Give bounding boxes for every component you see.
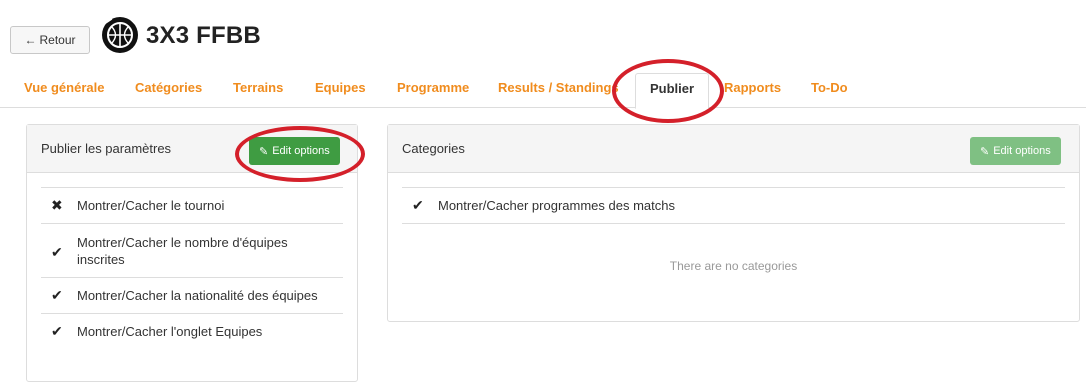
tab-terrains[interactable]: Terrains xyxy=(233,80,283,95)
list-item-label: Montrer/Cacher le tournoi xyxy=(77,198,225,213)
list-item-label: Montrer/Cacher le nombre d'équipes inscr… xyxy=(77,235,288,267)
check-icon: ✔ xyxy=(412,197,424,213)
tab-categories[interactable]: Catégories xyxy=(135,80,202,95)
highlight-ring-publier-tab xyxy=(612,59,724,123)
check-icon: ✔ xyxy=(51,244,63,260)
empty-state-row xyxy=(402,223,1065,291)
tab-equipes[interactable]: Equipes xyxy=(315,80,366,95)
cross-icon: ✖ xyxy=(51,197,63,213)
basketball-logo-icon xyxy=(102,17,138,53)
app-title: 3X3 FFBB xyxy=(146,22,261,49)
tab-results-standings[interactable]: Results / Standings xyxy=(498,80,619,95)
edit-icon: ✎ xyxy=(980,145,990,158)
categories-edit-options-button[interactable]: ✎ Edit options xyxy=(970,137,1061,165)
arrow-left-icon: ← xyxy=(24,33,37,47)
list-item: ✔ Montrer/Cacher l'onglet Equipes xyxy=(41,313,343,349)
back-button[interactable]: ← Retour xyxy=(10,26,90,54)
publish-settings-title: Publier les paramètres xyxy=(41,141,172,156)
categories-panel: Categories ✎ Edit options ✔ Montrer/Cach… xyxy=(387,124,1080,322)
check-icon: ✔ xyxy=(51,287,63,303)
list-item-label: Montrer/Cacher programmes des matchs xyxy=(438,198,675,213)
empty-categories-message: There are no categories xyxy=(669,259,798,273)
list-item-label: Montrer/Cacher l'onglet Equipes xyxy=(77,324,263,339)
categories-header: Categories ✎ Edit options xyxy=(388,125,1079,173)
list-item: ✔ Montrer/Cacher la nationalité des équi… xyxy=(41,277,343,313)
tab-programme[interactable]: Programme xyxy=(397,80,469,95)
list-item: ✖ Montrer/Cacher le tournoi xyxy=(41,187,343,223)
tab-bar: Vue générale Catégories Terrains Equipes… xyxy=(0,68,1086,109)
list-item: ✔ Montrer/Cacher le nombre d'équipes ins… xyxy=(41,223,343,277)
highlight-ring-edit-options xyxy=(235,126,365,182)
tab-vue-generale[interactable]: Vue générale xyxy=(24,80,104,95)
tab-to-do[interactable]: To-Do xyxy=(811,80,848,95)
edit-options-label: Edit options xyxy=(993,145,1051,157)
check-icon: ✔ xyxy=(51,323,63,339)
back-button-label: Retour xyxy=(39,33,76,47)
list-item-label: Montrer/Cacher la nationalité des équipe… xyxy=(77,288,318,303)
list-item: ✔ Montrer/Cacher programmes des matchs xyxy=(402,187,1065,223)
categories-title: Categories xyxy=(402,141,465,156)
tab-rapports[interactable]: Rapports xyxy=(724,80,781,95)
